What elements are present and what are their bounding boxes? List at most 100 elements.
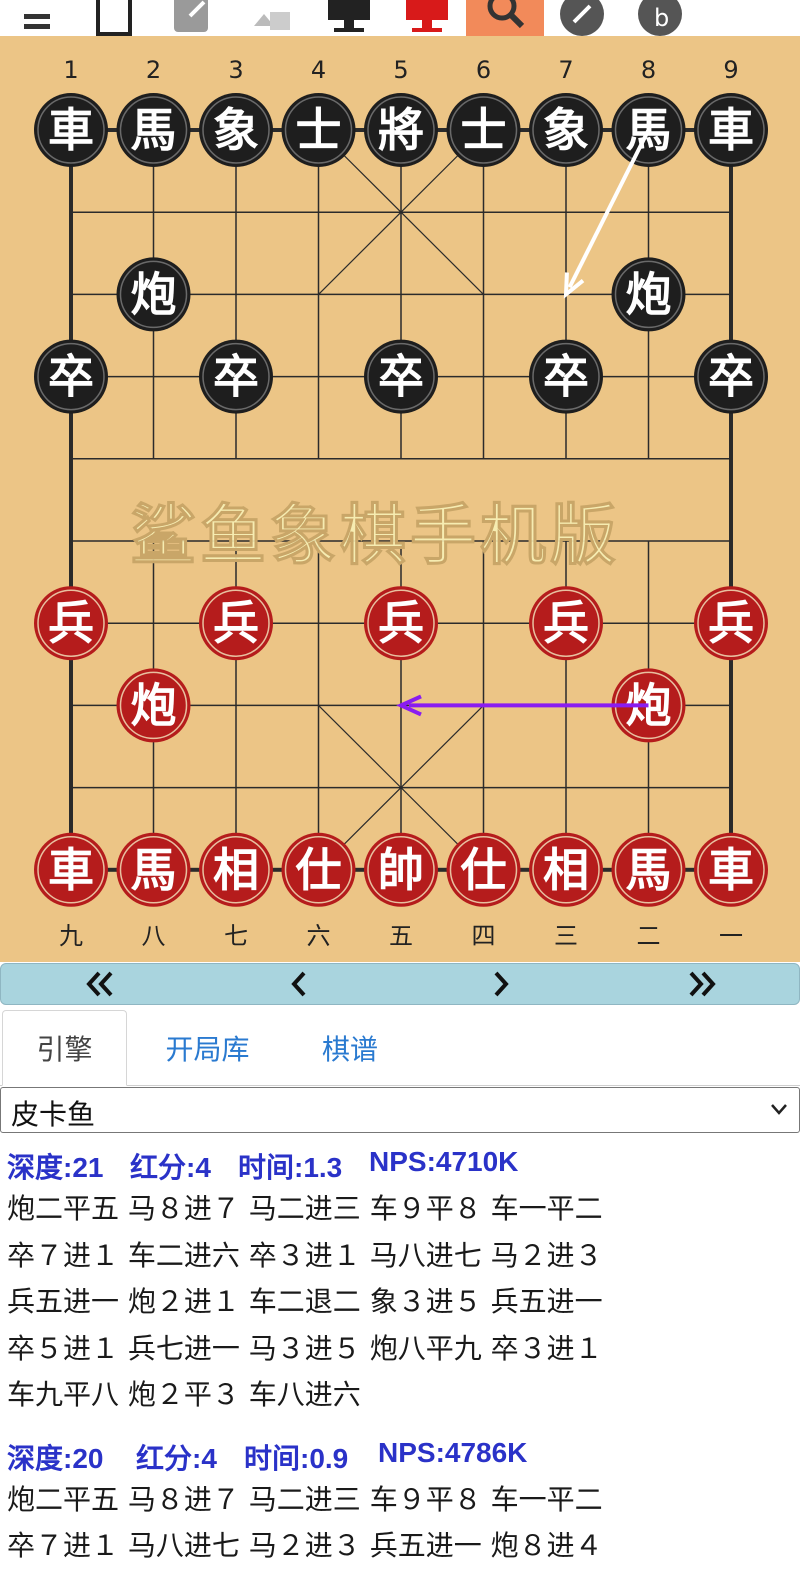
new-board-icon xyxy=(96,0,132,36)
pv-line: 炮二平五 马８进７ 马二进三 车９平８ 车一平二 xyxy=(7,1192,603,1225)
black-piece[interactable]: 將 xyxy=(364,93,438,167)
score-value: 红分:4 xyxy=(130,1152,211,1183)
column-label-top: 9 xyxy=(723,56,738,84)
black-piece[interactable]: 卒 xyxy=(529,339,603,414)
pen-button[interactable] xyxy=(556,0,610,36)
double-chevron-left-icon xyxy=(86,971,113,997)
black-piece[interactable]: 象 xyxy=(529,93,603,167)
prev-move-button[interactable] xyxy=(269,964,329,1004)
column-label-bottom: 九 xyxy=(59,922,83,950)
search-icon xyxy=(487,0,525,29)
chess-board[interactable]: 1 2 3 4 5 6 7 8 9 九八七六五四三二一鲨鱼象棋手机版車馬象士將士象馬車炮炮卒卒卒卒… xyxy=(0,36,800,962)
piece-label: 馬 xyxy=(626,843,672,897)
red-piece[interactable]: 兵 xyxy=(694,586,768,661)
engine-selected-value: 皮卡鱼 xyxy=(11,1098,96,1131)
red-piece[interactable]: 相 xyxy=(529,832,603,907)
piece-label: 象 xyxy=(543,103,589,157)
analysis-block: 深度:20 红分:4 时间:0.9 NPS:4786K 炮二平五 马８进７ 马二… xyxy=(0,1431,800,1570)
red-piece[interactable]: 仕 xyxy=(281,832,356,907)
piece-label: 車 xyxy=(48,843,94,897)
monitor-red-icon xyxy=(406,0,448,32)
red-piece[interactable]: 兵 xyxy=(199,586,273,661)
black-piece[interactable]: 卒 xyxy=(34,339,108,414)
red-piece[interactable]: 兵 xyxy=(34,586,108,661)
chevron-left-icon xyxy=(291,971,306,997)
piece-label: 炮 xyxy=(131,267,177,321)
first-move-button[interactable] xyxy=(71,964,131,1004)
red-piece[interactable]: 車 xyxy=(694,832,768,907)
pv-line: 卒７进１ 马八进七 马２进３ 兵五进一 炮８进４ xyxy=(7,1529,603,1562)
piece-label: 車 xyxy=(48,103,94,157)
piece-label: 卒 xyxy=(48,350,94,404)
piece-label: 象 xyxy=(213,103,259,157)
new-board-button[interactable] xyxy=(88,0,142,36)
nps-value: NPS:4710K xyxy=(369,1146,519,1177)
analysis-block: 深度:21 红分:4 时间:1.3 NPS:4710K 炮二平五 马８进７ 马二… xyxy=(0,1140,800,1419)
tab-opening-book[interactable]: 开局库 xyxy=(140,1010,275,1086)
piece-label: 卒 xyxy=(213,350,259,404)
toolbar: b xyxy=(0,0,800,36)
red-piece[interactable]: 車 xyxy=(34,832,108,907)
black-piece[interactable]: 炮 xyxy=(116,257,191,332)
black-piece[interactable]: 象 xyxy=(199,93,273,167)
column-label-top: 5 xyxy=(393,56,408,84)
black-piece[interactable]: 炮 xyxy=(611,257,686,332)
menu-button[interactable] xyxy=(10,0,64,36)
column-label-bottom: 六 xyxy=(307,922,331,950)
tab-engine[interactable]: 引擎 xyxy=(2,1010,127,1086)
piece-label: 兵 xyxy=(708,596,754,650)
red-piece[interactable]: 相 xyxy=(199,832,273,907)
red-piece[interactable]: 兵 xyxy=(364,586,438,661)
column-label-top: 1 xyxy=(63,56,78,84)
flip-board-button[interactable] xyxy=(244,0,298,36)
column-label-top: 3 xyxy=(228,56,243,84)
piece-label: 士 xyxy=(461,103,507,157)
piece-label: 馬 xyxy=(131,843,177,897)
piece-label: 炮 xyxy=(131,678,177,732)
next-move-button[interactable] xyxy=(471,964,531,1004)
pv-line: 卒７进１ 车二进六 卒３进１ 马八进七 马２进３ xyxy=(7,1238,603,1272)
red-piece[interactable]: 馬 xyxy=(611,832,686,907)
black-piece[interactable]: 車 xyxy=(34,93,108,167)
piece-label: 仕 xyxy=(461,843,507,897)
monitor-black-icon xyxy=(328,0,370,32)
pv-line: 炮二平五 马８进７ 马二进三 车９平８ 车一平二 xyxy=(7,1482,603,1516)
svg-text:b: b xyxy=(654,4,669,32)
black-piece[interactable]: 車 xyxy=(694,93,768,167)
menu-icon xyxy=(24,14,50,29)
red-piece[interactable]: 兵 xyxy=(529,586,603,661)
piece-label: 將 xyxy=(378,103,424,157)
piece-label: 仕 xyxy=(296,843,342,897)
watermark-text: 鲨鱼象棋手机版 xyxy=(130,497,620,574)
piece-label: 卒 xyxy=(378,350,424,404)
red-piece[interactable]: 仕 xyxy=(446,832,521,907)
red-piece[interactable]: 馬 xyxy=(116,832,191,907)
edit-button[interactable] xyxy=(166,0,220,36)
black-piece[interactable]: 馬 xyxy=(116,93,191,167)
black-piece[interactable]: 士 xyxy=(281,93,356,167)
red-piece[interactable]: 炮 xyxy=(116,668,191,743)
monitor-red-button[interactable] xyxy=(400,0,454,36)
column-label-top: 7 xyxy=(558,56,573,84)
analysis-stats: 深度:20 红分:4 时间:0.9 NPS:4786K xyxy=(0,1431,800,1477)
monitor-black-button[interactable] xyxy=(322,0,376,36)
chevron-down-icon xyxy=(767,1094,791,1128)
black-piece[interactable]: 士 xyxy=(446,93,521,167)
black-piece[interactable]: 卒 xyxy=(199,339,273,414)
black-piece[interactable]: 卒 xyxy=(694,339,768,414)
last-move-button[interactable] xyxy=(671,964,731,1004)
time-value: 时间:0.9 xyxy=(244,1442,349,1474)
black-piece[interactable]: 卒 xyxy=(364,339,438,414)
column-label-top: 2 xyxy=(146,56,161,84)
column-label-bottom: 一 xyxy=(719,922,743,950)
piece-label: 兵 xyxy=(213,596,259,650)
tab-game-record[interactable]: 棋谱 xyxy=(290,1010,410,1086)
search-button[interactable] xyxy=(466,0,544,36)
piece-label: 相 xyxy=(543,843,589,897)
board-canvas[interactable]: 1 2 3 4 5 6 7 8 9九八七六五四三二一鲨鱼象棋手机版車馬象士將士象馬車炮 炮卒卒卒卒… xyxy=(0,36,800,962)
red-piece[interactable]: 帥 xyxy=(364,832,438,907)
piece-label: 馬 xyxy=(131,103,177,157)
undo-button[interactable]: b xyxy=(634,0,688,36)
piece-label: 兵 xyxy=(48,596,94,650)
engine-select[interactable]: 皮卡鱼 xyxy=(0,1087,800,1133)
